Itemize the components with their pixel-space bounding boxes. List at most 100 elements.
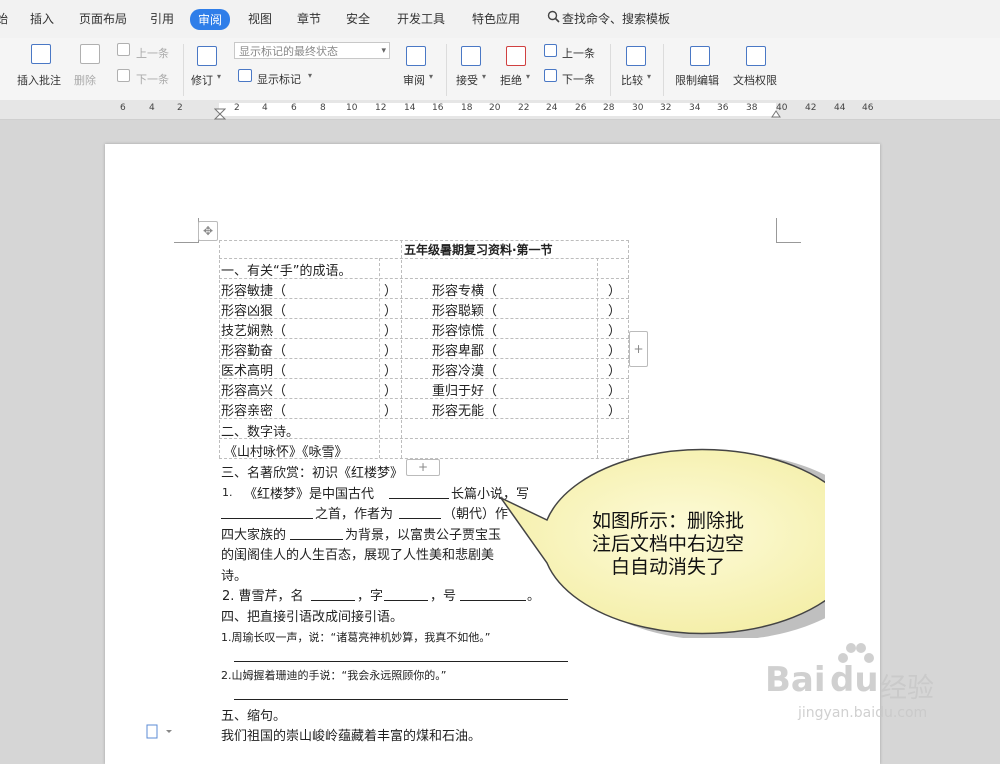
- compare-dropdown-arrow[interactable]: ▾: [647, 72, 651, 81]
- blank-line: [221, 518, 313, 519]
- close-paren: ）: [608, 364, 622, 379]
- accept-dropdown-arrow[interactable]: ▾: [482, 72, 486, 81]
- section-heading: 三、名著欣赏：初识《红楼梦》: [221, 466, 404, 481]
- doc-permission-button[interactable]: 文档权限: [733, 72, 777, 88]
- show-markup-icon[interactable]: [238, 69, 252, 82]
- review-dropdown-arrow[interactable]: ▾: [429, 72, 433, 81]
- permission-icon[interactable]: [746, 46, 766, 66]
- close-paren: ）: [608, 324, 622, 339]
- answer-line: [234, 661, 568, 662]
- callout-line: 如图所示：删除批: [591, 510, 744, 532]
- idiom-item: 形容无能（: [432, 404, 498, 419]
- exercise-sentence: 1.周瑜长叹一声，说：“诸葛亮神机妙算，我真不如他。”: [221, 631, 491, 644]
- question-text: ，号: [430, 589, 457, 604]
- ruler-tick: 44: [834, 103, 846, 113]
- ruler-tick: 32: [660, 103, 672, 113]
- blank-line: [311, 600, 355, 601]
- document-icon[interactable]: [146, 724, 174, 740]
- question-text: 2. 曹雪芹，名: [222, 589, 304, 604]
- section-heading: 五、缩句。: [221, 709, 287, 724]
- accept-icon[interactable]: [461, 46, 481, 66]
- idiom-item: 形容敏捷（: [221, 284, 287, 299]
- compare-icon[interactable]: [626, 46, 646, 66]
- reject-icon[interactable]: [506, 46, 526, 66]
- close-paren: ）: [384, 344, 398, 359]
- reject-dropdown-arrow[interactable]: ▾: [526, 72, 530, 81]
- show-markup-button[interactable]: 显示标记: [257, 71, 301, 87]
- next-change-button[interactable]: 下一条: [562, 71, 595, 87]
- poem-titles: 《山村咏怀》《咏雪》: [224, 445, 348, 460]
- tab-start-partial[interactable]: 始: [0, 10, 8, 27]
- reject-button[interactable]: 拒绝: [500, 72, 522, 88]
- ruler-tick: 18: [461, 103, 473, 113]
- search-icon[interactable]: [547, 10, 560, 26]
- tab-security[interactable]: 安全: [346, 10, 370, 27]
- table-gridline: [219, 258, 629, 259]
- insert-comment-icon[interactable]: [31, 44, 51, 64]
- crop-mark: [776, 218, 801, 243]
- compare-button[interactable]: 比较: [621, 72, 643, 88]
- table-gridline: [401, 240, 402, 458]
- prev-change-button[interactable]: 上一条: [562, 45, 595, 61]
- markup-state-select[interactable]: 显示标记的最终状态 ▾: [234, 42, 390, 59]
- ruler-tick: 6: [291, 103, 297, 113]
- answer-line: [234, 699, 568, 700]
- accept-button[interactable]: 接受: [456, 72, 478, 88]
- revise-icon[interactable]: [197, 46, 217, 66]
- delete-comment-button[interactable]: 删除: [74, 72, 96, 88]
- prev-comment-icon: [117, 43, 130, 56]
- revise-button[interactable]: 修订: [191, 72, 213, 88]
- revise-dropdown-arrow[interactable]: ▾: [217, 72, 221, 81]
- idiom-item: 形容专横（: [432, 284, 498, 299]
- add-column-button[interactable]: +: [629, 331, 648, 367]
- close-paren: ）: [608, 384, 622, 399]
- command-search[interactable]: 查找命令、搜索模板: [562, 10, 670, 27]
- blank-line: [384, 600, 428, 601]
- prev-change-icon[interactable]: [544, 44, 557, 57]
- question-number: 1.: [222, 486, 233, 499]
- callout-line: 注后文档中右边空: [591, 533, 744, 555]
- right-indent-marker-icon[interactable]: [771, 109, 781, 118]
- tab-developer[interactable]: 开发工具: [397, 10, 445, 27]
- question-text: ，字: [357, 589, 384, 604]
- section-heading: 一、有关“手”的成语。: [221, 264, 352, 279]
- tab-review[interactable]: 审阅: [190, 9, 231, 30]
- prev-comment-button[interactable]: 上一条: [136, 45, 169, 61]
- tab-insert[interactable]: 插入: [30, 10, 54, 27]
- close-paren: ）: [384, 304, 398, 319]
- tab-page-layout[interactable]: 页面布局: [79, 10, 127, 27]
- close-paren: ）: [384, 324, 398, 339]
- show-markup-dropdown-arrow[interactable]: ▾: [308, 71, 312, 80]
- ruler-tick: 26: [575, 103, 587, 113]
- add-row-button[interactable]: +: [406, 459, 440, 476]
- tab-references[interactable]: 引用: [150, 10, 174, 27]
- ruler-tick: 38: [746, 103, 758, 113]
- tab-view[interactable]: 视图: [248, 10, 272, 27]
- restrict-edit-button[interactable]: 限制编辑: [675, 72, 719, 88]
- next-change-icon[interactable]: [544, 69, 557, 82]
- review-pane-icon[interactable]: [406, 46, 426, 66]
- horizontal-ruler[interactable]: 6 4 2 2 4 6 8 10 12 14 16 18 20 22 24 26…: [0, 100, 1000, 120]
- review-toolbar: 插入批注 删除 上一条 下一条 修订 ▾ 显示标记的最终状态 ▾ 显示标记 ▾ …: [0, 38, 1000, 101]
- tab-special[interactable]: 特色应用: [472, 10, 520, 27]
- next-comment-button[interactable]: 下一条: [136, 71, 169, 87]
- tab-chapter[interactable]: 章节: [297, 10, 321, 27]
- lock-icon[interactable]: [690, 46, 710, 66]
- indent-marker-icon[interactable]: [214, 108, 226, 120]
- section-heading: 二、数字诗。: [221, 425, 300, 440]
- ruler-tick: 12: [375, 103, 387, 113]
- ruler-tick: 30: [632, 103, 644, 113]
- ribbon-tab-bar: 始 插入 页面布局 引用 审阅 视图 章节 安全 开发工具 特色应用 查找命令、…: [0, 0, 1000, 38]
- idiom-item: 形容卑鄙（: [432, 344, 498, 359]
- exercise-sentence: 我们祖国的崇山峻岭蕴藏着丰富的煤和石油。: [221, 729, 482, 744]
- idiom-item: 医术高明（: [221, 364, 287, 379]
- review-button[interactable]: 审阅: [403, 72, 425, 88]
- idiom-item: 形容亲密（: [221, 404, 287, 419]
- insert-comment-button[interactable]: 插入批注: [17, 72, 61, 88]
- crop-mark: [174, 218, 199, 243]
- exercise-sentence: 2.山姆握着珊迪的手说：“我会永远照顾你的。”: [221, 669, 447, 682]
- ruler-tick: 28: [603, 103, 615, 113]
- ruler-tick: 2: [177, 103, 183, 113]
- idiom-item: 形容惊慌（: [432, 324, 498, 339]
- table-move-handle-icon[interactable]: ✥: [198, 221, 218, 241]
